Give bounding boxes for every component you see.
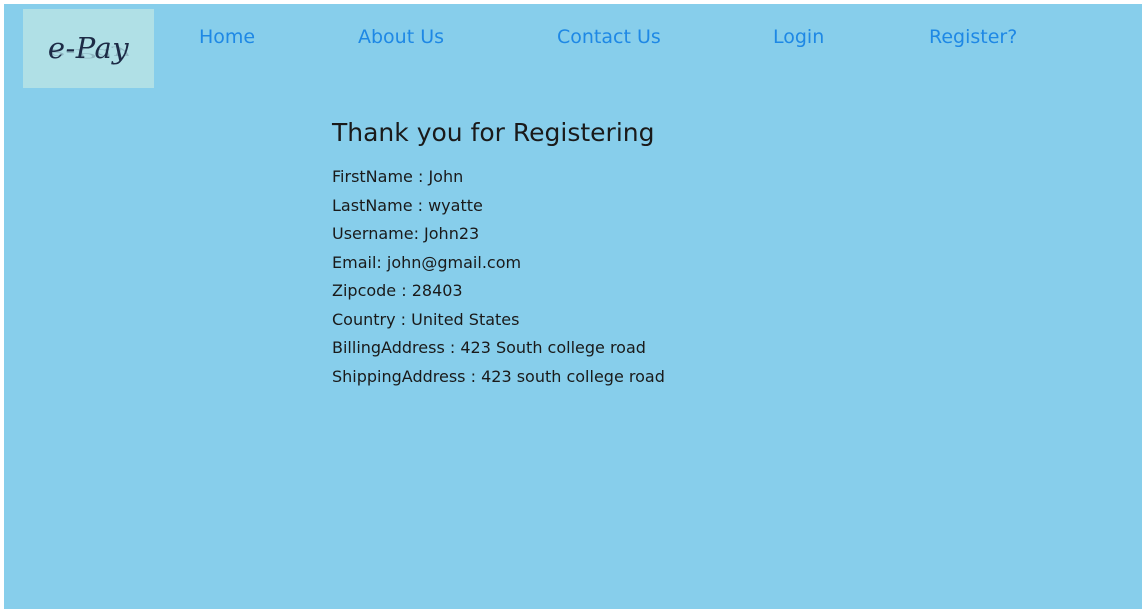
- nav-about-link[interactable]: About Us: [358, 26, 444, 48]
- logo[interactable]: e-Pay: [23, 9, 154, 88]
- detail-billing-address: BillingAddress : 423 South college road: [332, 338, 646, 357]
- page-title: Thank you for Registering: [332, 118, 655, 147]
- detail-username: Username: John23: [332, 224, 480, 243]
- nav-login-link[interactable]: Login: [773, 26, 824, 48]
- detail-shipping-address: ShippingAddress : 423 south college road: [332, 366, 665, 386]
- logo-text: e-Pay: [48, 34, 129, 63]
- nav-register-link[interactable]: Register?: [929, 26, 1017, 48]
- registration-summary: Thank you for Registering FirstName : Jo…: [332, 118, 665, 391]
- detail-first-name: FirstName : John: [332, 167, 464, 186]
- detail-email: Email: john@gmail.com: [332, 252, 522, 272]
- nav-contact-link[interactable]: Contact Us: [557, 26, 661, 48]
- nav-home-link[interactable]: Home: [199, 26, 255, 48]
- detail-zipcode: Zipcode : 28403: [332, 281, 463, 300]
- detail-country: Country : United States: [332, 309, 520, 329]
- detail-last-name: LastName : wyatte: [332, 195, 483, 215]
- page: e-Pay Home About Us Contact Us Login Reg…: [4, 4, 1142, 609]
